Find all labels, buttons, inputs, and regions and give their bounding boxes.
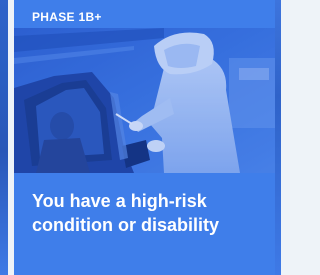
card-headline: You have a high-risk condition or disabi… — [32, 191, 220, 235]
phase-label: PHASE 1B+ — [32, 10, 102, 24]
drive-through-testing-photo — [14, 28, 276, 173]
phase-card[interactable]: PHASE 1B+ You have a high-risk condition… — [14, 0, 276, 275]
previous-card-edge[interactable] — [0, 0, 8, 275]
next-card-edge[interactable] — [275, 0, 281, 275]
